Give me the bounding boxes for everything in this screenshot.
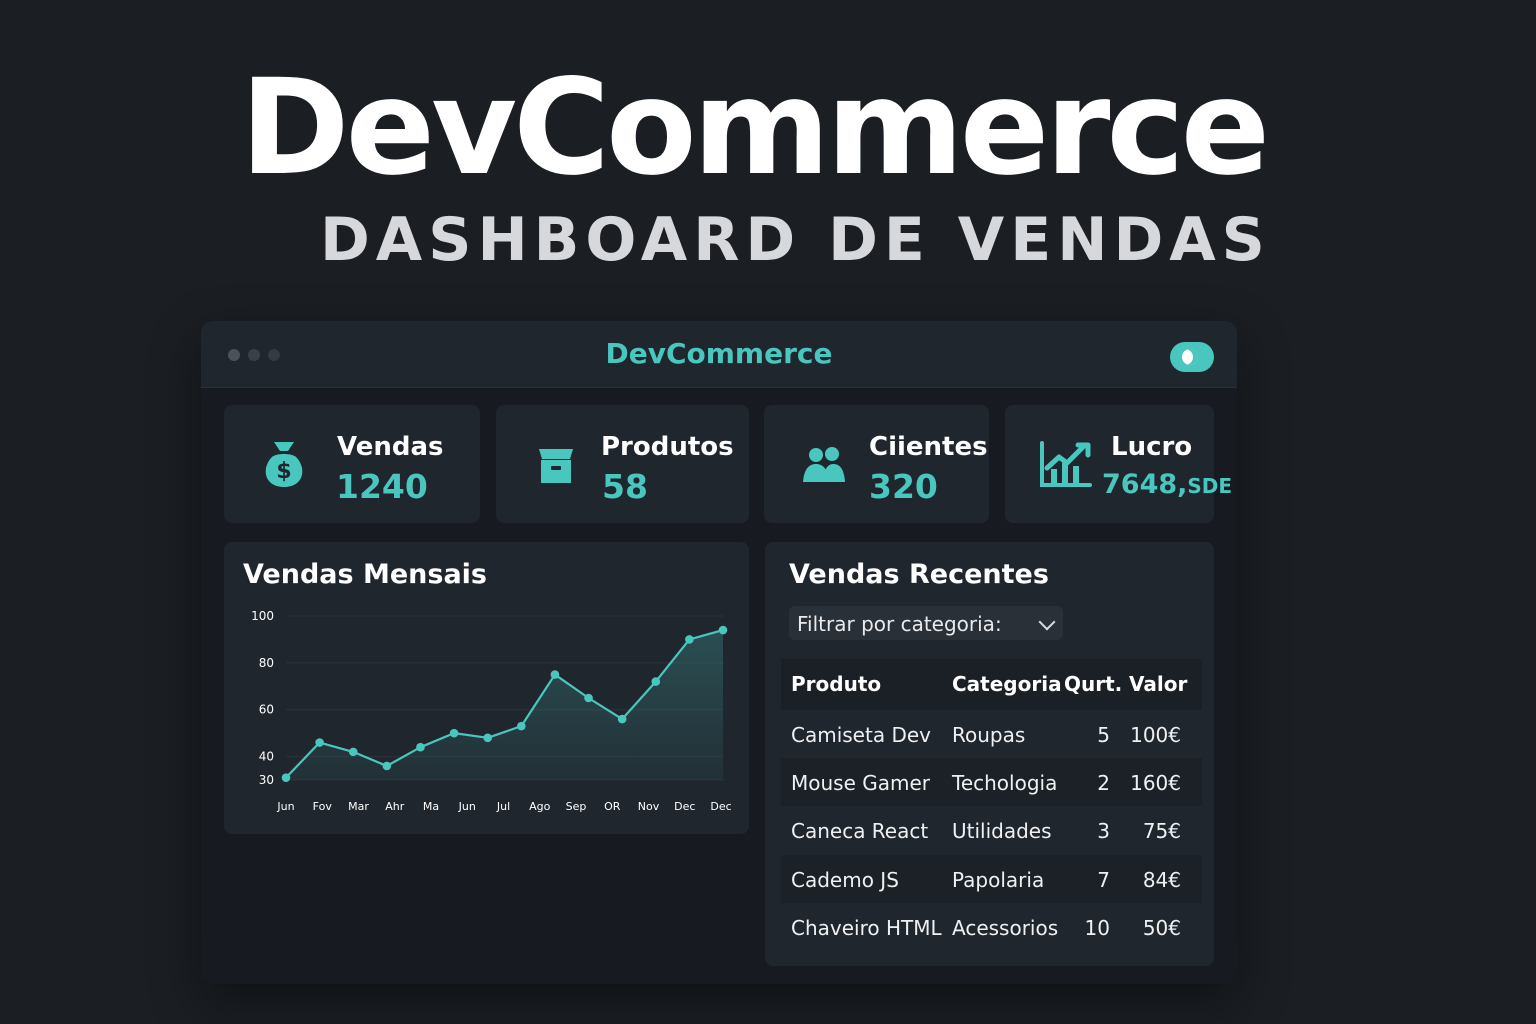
category-cell: Techologia <box>952 771 1058 795</box>
category-cell: Papolaria <box>952 868 1045 892</box>
product-cell: Mouse Gamer <box>791 771 931 795</box>
sales-data-point[interactable] <box>416 742 425 752</box>
sales-data-point[interactable] <box>281 773 291 782</box>
stat-value-lucro-unit: SDE <box>1187 474 1233 498</box>
hero-subtitle: DASHBOARD DE VENDAS <box>320 205 1271 275</box>
quantity-cell: 10 <box>1084 916 1110 940</box>
dashboard-poster: DevCommerce DASHBOARD DE VENDAS DevComme… <box>0 0 1536 1024</box>
stat-card-lucro: Lucro 7648,SDE <box>1005 405 1232 523</box>
x-axis-tick-label: Jun <box>458 800 476 813</box>
category-filter-label: Filtrar por categoria: <box>797 612 1002 636</box>
value-cell: 50€ <box>1142 916 1181 940</box>
hero-title: DevCommerce <box>240 51 1270 205</box>
product-cell: Cademo JS <box>791 868 899 892</box>
sales-data-point[interactable] <box>483 733 492 743</box>
box-icon <box>539 449 573 483</box>
x-axis-tick-label: Ahr <box>385 800 404 813</box>
monthly-sales-panel: Vendas Mensais 100 80 60 40 30 Jun Fov Mar Ahr Ma… <box>224 542 749 834</box>
sales-data-point[interactable] <box>651 677 661 686</box>
stat-card-clientes: Ciientes 320 <box>764 405 989 523</box>
y-axis-tick-label: 100 <box>251 609 274 623</box>
column-header-valor: Valor <box>1129 672 1188 696</box>
y-axis-tick-label: 30 <box>259 773 274 787</box>
quantity-cell: 3 <box>1097 819 1110 843</box>
stat-value-lucro-number: 7648, <box>1102 469 1188 500</box>
x-axis-tick-label: Dec <box>674 800 695 813</box>
value-cell: 84€ <box>1142 868 1181 892</box>
window-titlebar: DevCommerce <box>201 321 1237 388</box>
product-cell: Caneca React <box>791 819 929 843</box>
x-axis-tick-label: Dec <box>710 800 731 813</box>
recent-sales-table: Produto Categoria Qurt. Valor Camiseta D… <box>781 659 1202 959</box>
monthly-sales-chart: 10080604030Jun Fov Mar Ahr Ma Jun Jul Ago Sep OR N… <box>251 609 732 813</box>
sales-data-point[interactable] <box>617 714 627 724</box>
value-cell: 160€ <box>1130 771 1181 795</box>
value-cell: 75€ <box>1142 819 1181 843</box>
stat-value-clientes: 320 <box>869 467 938 506</box>
table-row[interactable]: Mouse Gamer Techologia 2 160€ <box>781 758 1202 806</box>
svg-text:$: $ <box>276 459 291 484</box>
stat-card-vendas: $ Vendas 1240 <box>224 405 480 523</box>
y-axis-tick-label: 60 <box>259 703 274 717</box>
sales-data-point[interactable] <box>685 635 694 644</box>
sales-data-point[interactable] <box>348 747 358 757</box>
quantity-cell: 7 <box>1097 868 1110 892</box>
x-axis-tick-label: OR <box>604 800 621 813</box>
sales-data-point[interactable] <box>718 625 728 635</box>
quantity-cell: 2 <box>1097 771 1110 795</box>
category-cell: Roupas <box>952 723 1026 747</box>
theme-toggle[interactable] <box>1170 342 1214 372</box>
stat-value-lucro: 7648,SDE <box>1102 471 1232 498</box>
stat-value-vendas: 1240 <box>336 467 428 506</box>
sales-data-point[interactable] <box>449 728 459 738</box>
growth-chart-icon <box>1040 441 1092 487</box>
category-filter-select[interactable]: Filtrar por categoria: <box>789 606 1063 640</box>
column-header-categoria: Categoria <box>952 672 1062 696</box>
x-axis-tick-label: Jul <box>496 800 510 813</box>
money-bag-icon: $ <box>265 442 303 487</box>
value-cell: 100€ <box>1130 723 1181 747</box>
x-axis-tick-label: Nov <box>638 800 660 813</box>
x-axis-tick-label: Mar <box>348 800 369 813</box>
quantity-cell: 5 <box>1097 723 1110 747</box>
category-cell: Utilidades <box>952 819 1052 843</box>
recent-sales-title: Vendas Recentes <box>789 559 1049 590</box>
x-axis-tick-label: Jun <box>276 800 294 813</box>
sales-data-point[interactable] <box>550 670 560 679</box>
window-title: DevCommerce <box>605 337 833 370</box>
y-axis-tick-label: 80 <box>259 656 274 670</box>
sales-data-point[interactable] <box>517 721 526 731</box>
users-icon <box>803 447 845 482</box>
column-header-produto: Produto <box>791 672 882 696</box>
product-cell: Camiseta Dev <box>791 723 931 747</box>
table-row[interactable]: Cademo JS Papolaria 7 84€ <box>781 855 1202 903</box>
stat-value-produtos: 58 <box>602 467 648 506</box>
category-cell: Acessorios <box>952 916 1059 940</box>
stat-card-produtos: Produtos 58 <box>496 405 749 523</box>
x-axis-tick-label: Sep <box>566 800 587 813</box>
x-axis-tick-label: Fov <box>313 800 333 813</box>
y-axis-tick-label: 40 <box>259 750 274 764</box>
column-header-quantidade: Qurt. <box>1064 672 1123 696</box>
table-row[interactable]: Camiseta Dev Roupas 5 100€ <box>781 710 1202 758</box>
sales-data-point[interactable] <box>315 738 324 747</box>
stat-label-clientes: Ciientes <box>869 432 988 462</box>
product-cell: Chaveiro HTML <box>791 916 942 940</box>
table-row[interactable]: Chaveiro HTML Acessorios 10 50€ <box>781 903 1202 951</box>
x-axis-tick-label: Ago <box>529 800 551 813</box>
table-row[interactable]: Caneca React Utilidades 3 75€ <box>781 806 1202 854</box>
chevron-down-icon <box>1038 613 1056 631</box>
x-axis-tick-label: Ma <box>423 800 439 813</box>
stat-label-lucro: Lucro <box>1111 432 1193 462</box>
moon-icon <box>1182 349 1198 365</box>
recent-sales-panel: Vendas Recentes Filtrar por categoria: P… <box>765 542 1214 966</box>
stat-label-vendas: Vendas <box>337 432 444 462</box>
table-header: Produto Categoria Qurt. Valor <box>781 659 1202 710</box>
sales-area <box>286 630 723 780</box>
sales-data-point[interactable] <box>382 761 392 771</box>
sales-data-point[interactable] <box>584 693 593 703</box>
stat-label-produtos: Produtos <box>601 432 734 462</box>
